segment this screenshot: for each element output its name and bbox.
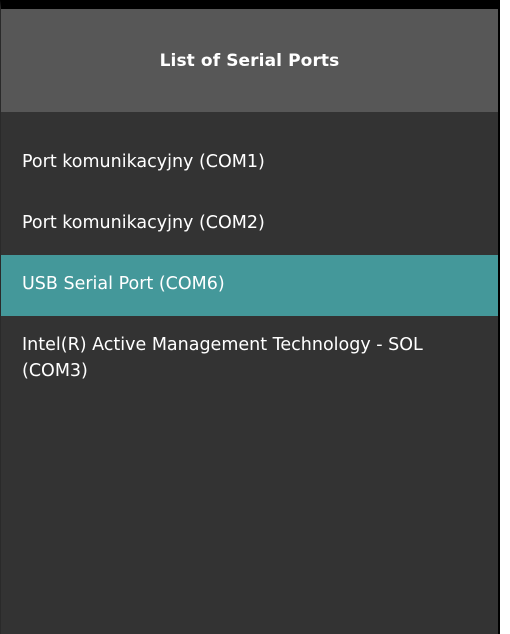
list-item-com3[interactable]: Intel(R) Active Management Technology - … bbox=[1, 316, 498, 403]
list-item-com2[interactable]: Port komunikacyjny (COM2) bbox=[1, 194, 498, 255]
panel-header: List of Serial Ports bbox=[1, 9, 498, 112]
serial-ports-panel: List of Serial Ports Port komunikacyjny … bbox=[0, 0, 500, 634]
list-item-com1[interactable]: Port komunikacyjny (COM1) bbox=[1, 133, 498, 194]
panel-title: List of Serial Ports bbox=[159, 50, 340, 71]
list-item-com6-selected[interactable]: USB Serial Port (COM6) bbox=[1, 255, 498, 316]
serial-port-list: Port komunikacyjny (COM1) Port komunikac… bbox=[1, 112, 498, 403]
